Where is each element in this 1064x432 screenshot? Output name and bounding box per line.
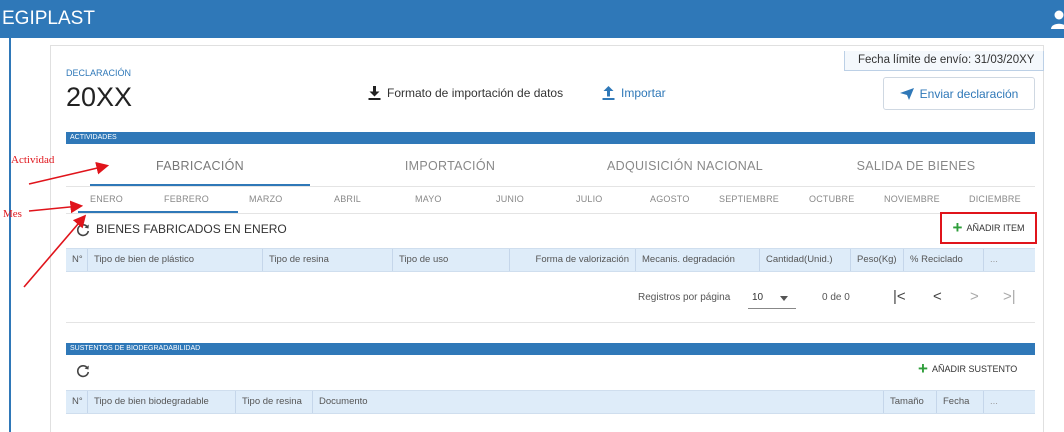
items-table-bottom <box>66 322 1035 323</box>
annotation-mes: Mes <box>3 208 22 220</box>
biodegradability-section-bar: SUSTENTOS DE BIODEGRADABILIDAD <box>66 343 1035 355</box>
activities-section-bar: ACTIVIDADES <box>66 132 1035 144</box>
column-header[interactable]: Tipo de bien de plástico <box>88 249 263 271</box>
top-bar: EGIPLAST <box>0 0 1064 38</box>
column-header[interactable]: Tipo de uso <box>393 249 510 271</box>
support-table-header: N° Tipo de bien biodegradable Tipo de re… <box>66 390 1035 414</box>
column-header[interactable]: Tipo de bien biodegradable <box>88 391 236 413</box>
month-tab-abril[interactable]: ABRIL <box>334 194 361 204</box>
pager-range: 0 de 0 <box>822 292 850 303</box>
app-title: EGIPLAST <box>2 8 95 29</box>
download-icon <box>368 86 381 100</box>
month-tab-septiembre[interactable]: SEPTIEMBRE <box>719 194 779 204</box>
tab-adquisicion-nacional[interactable]: ADQUISICIÓN NACIONAL <box>575 159 795 173</box>
column-header: ... <box>990 254 998 265</box>
content-frame-border <box>9 38 11 432</box>
column-header[interactable]: N° <box>66 249 88 271</box>
declaration-label: DECLARACIÓN <box>66 68 132 78</box>
column-header[interactable]: Tipo de resina <box>236 391 313 413</box>
column-header[interactable]: % Reciclado <box>904 249 984 271</box>
prev-page-button[interactable]: < <box>933 288 942 305</box>
month-tab-febrero[interactable]: FEBRERO <box>164 194 209 204</box>
add-item-label: AÑADIR ITEM <box>966 223 1025 233</box>
month-tab-junio[interactable]: JUNIO <box>496 194 524 204</box>
refresh-icon[interactable] <box>76 364 90 378</box>
rows-per-page-select[interactable]: 10 <box>752 292 763 303</box>
month-tab-marzo[interactable]: MARZO <box>249 194 283 204</box>
refresh-icon[interactable] <box>76 223 90 237</box>
send-declaration-label: Enviar declaración <box>919 86 1019 101</box>
deadline-badge: Fecha límite de envío: 31/03/20XY <box>844 51 1044 71</box>
format-import-link-label: Formato de importación de datos <box>387 86 564 100</box>
month-tab-julio[interactable]: JULIO <box>576 194 603 204</box>
upload-icon <box>602 86 615 100</box>
first-page-button[interactable]: |< <box>893 288 906 305</box>
list-title: BIENES FABRICADOS EN ENERO <box>96 222 287 236</box>
declaration-year: 20XX <box>66 82 133 112</box>
user-icon[interactable] <box>1050 9 1064 29</box>
column-header[interactable]: Forma de valorización <box>510 249 636 271</box>
add-support-button[interactable]: + AÑADIR SUSTENTO <box>918 359 1018 378</box>
column-header[interactable]: Fecha <box>937 391 984 413</box>
plus-icon: + <box>952 218 963 237</box>
format-import-link[interactable]: Formato de importación de datos <box>368 86 563 100</box>
tab-importacion[interactable]: IMPORTACIÓN <box>340 159 560 173</box>
rows-per-page-label: Registros por página <box>638 292 731 303</box>
import-link-label: Importar <box>621 86 666 100</box>
add-item-button[interactable]: + AÑADIR ITEM <box>940 212 1037 244</box>
plus-icon: + <box>918 359 928 378</box>
next-page-button[interactable]: > <box>970 288 979 305</box>
column-header[interactable]: Cantidad(Unid.) <box>760 249 851 271</box>
month-tab-octubre[interactable]: OCTUBRE <box>809 194 854 204</box>
activities-section-label: ACTIVIDADES <box>70 134 117 141</box>
column-header[interactable]: Tipo de resina <box>263 249 393 271</box>
tab-fabricacion[interactable]: FABRICACIÓN <box>90 159 310 173</box>
import-link[interactable]: Importar <box>602 86 666 100</box>
send-icon <box>899 87 914 100</box>
column-header[interactable]: N° <box>66 391 88 413</box>
month-tab-agosto[interactable]: AGOSTO <box>650 194 690 204</box>
months-divider <box>66 213 1035 214</box>
month-tab-noviembre[interactable]: NOVIEMBRE <box>884 194 940 204</box>
column-header: ... <box>990 396 998 407</box>
column-header[interactable]: Tamaño <box>884 391 937 413</box>
column-header[interactable]: Documento <box>313 391 884 413</box>
biodegradability-section-label: SUSTENTOS DE BIODEGRADABILIDAD <box>70 345 201 352</box>
month-tab-enero[interactable]: ENERO <box>90 194 123 204</box>
send-declaration-button[interactable]: Enviar declaración <box>883 77 1035 110</box>
last-page-button[interactable]: >| <box>1003 288 1016 305</box>
month-tab-diciembre[interactable]: DICIEMBRE <box>969 194 1021 204</box>
rows-per-page-underline <box>748 308 796 309</box>
tab-salida-de-bienes[interactable]: SALIDA DE BIENES <box>806 159 1026 173</box>
month-tab-mayo[interactable]: MAYO <box>415 194 442 204</box>
add-support-label: AÑADIR SUSTENTO <box>931 364 1018 374</box>
chevron-down-icon[interactable] <box>780 296 788 301</box>
tabs-divider <box>66 186 1035 187</box>
column-header[interactable]: Mecanis. degradación <box>636 249 760 271</box>
annotation-actividad: Actividad <box>11 154 55 166</box>
items-table-header: N° Tipo de bien de plástico Tipo de resi… <box>66 248 1035 272</box>
column-header[interactable]: Peso(Kg) <box>851 249 904 271</box>
